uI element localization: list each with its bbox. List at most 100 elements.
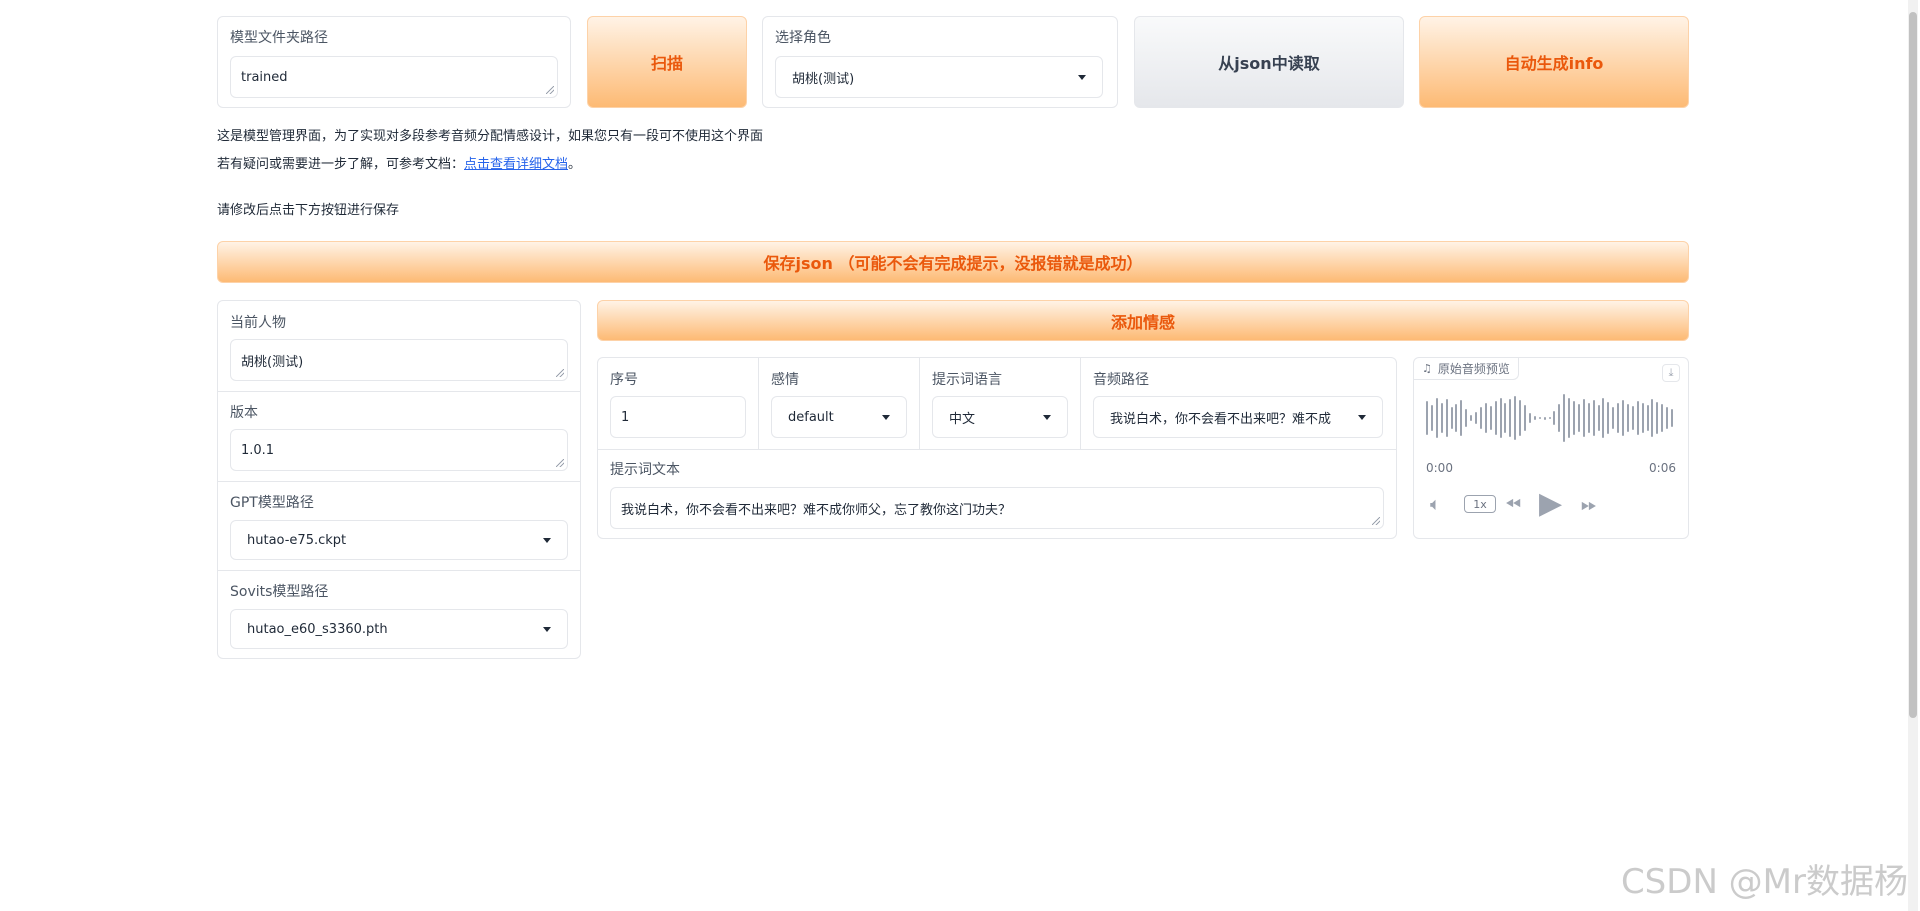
playback-speed-button[interactable]: 1x [1464,495,1496,513]
doc-link[interactable]: 点击查看详细文档 [464,157,568,172]
waveform-bar [1602,398,1605,438]
waveform-bar [1671,409,1674,427]
waveform-bar [1533,416,1536,420]
gpt-path-dropdown[interactable]: hutao-e75.ckpt [230,520,568,560]
gpt-path-value: hutao-e75.ckpt [247,532,347,548]
waveform-bar [1656,402,1659,434]
waveform-bar [1460,400,1463,436]
prompt-lang-dropdown[interactable]: 中文 [932,396,1068,438]
role-select-value: 胡桃(测试) [792,71,855,87]
model-folder-value: trained [241,69,288,85]
waveform-bar [1661,404,1664,432]
waveform-bar [1631,406,1634,430]
save-json-button[interactable]: 保存json （可能不会有完成提示，没报错就是成功） [217,241,1689,283]
role-select-dropdown[interactable]: 胡桃(测试) [775,56,1103,98]
audio-path-label: 音频路径 [1093,372,1149,388]
waveform-bar [1455,404,1458,432]
model-folder-block: 模型文件夹路径 trained [217,16,571,108]
waveform[interactable] [1426,393,1676,443]
divider [218,481,580,482]
chevron-down-icon [543,537,551,543]
waveform-bar [1617,403,1620,433]
character-panel: 当前人物 胡桃(测试) 版本 1.0.1 GPT模型路径 hutao-e75.c… [217,300,581,659]
audio-path-dropdown[interactable]: 我说白术，你不会看不出来吧？难不成 [1093,396,1383,438]
emotion-label: 感情 [771,372,799,388]
resize-handle[interactable] [546,86,554,94]
waveform-bar [1435,398,1438,438]
waveform-bar [1426,401,1428,435]
index-value: 1 [621,409,630,425]
waveform-bar [1475,412,1478,424]
audio-path-value: 我说白术，你不会看不出来吧？难不成 [1110,411,1332,427]
page-scrollbar[interactable] [1908,0,1918,911]
divider [218,391,580,392]
rewind-icon[interactable]: ⏪︎ [1505,492,1521,516]
volume-icon[interactable]: 🔈︎ [1430,494,1441,515]
waveform-bar [1440,403,1443,433]
prompt-lang-label: 提示词语言 [932,372,1002,388]
waveform-bar [1430,405,1433,431]
emotion-dropdown[interactable]: default [771,396,907,438]
waveform-bar [1607,402,1610,434]
scrollbar-thumb[interactable] [1909,12,1917,718]
download-icon[interactable]: ⤓ [1662,364,1680,382]
resize-handle[interactable] [556,369,564,377]
info-line-2: 若有疑问或需要进一步了解，可参考文档：点击查看详细文档。 [217,153,581,172]
waveform-bar [1636,401,1639,435]
resize-handle[interactable] [1372,517,1380,525]
waveform-bar [1445,399,1448,437]
current-char-label: 当前人物 [230,315,286,331]
prompt-text-input[interactable]: 我说白术，你不会看不出来吧？难不成你师父，忘了教你这门功夫？ [610,487,1384,529]
waveform-bar [1553,411,1556,425]
waveform-bar [1499,398,1502,438]
emotion-value: default [788,409,834,425]
sovits-path-dropdown[interactable]: hutao_e60_s3360.pth [230,609,568,649]
waveform-bar [1597,405,1600,431]
waveform-bar [1538,417,1541,419]
waveform-bar [1524,405,1527,431]
add-emotion-button[interactable]: 添加情感 [597,300,1689,341]
chevron-down-icon [1358,414,1366,420]
cell-divider [1080,358,1081,449]
prompt-lang-value: 中文 [949,411,976,427]
chevron-down-icon [1043,414,1051,420]
model-folder-input[interactable]: trained [230,56,558,98]
current-char-value: 胡桃(测试) [241,354,304,370]
waveform-bar [1651,399,1654,437]
index-input[interactable]: 1 [610,396,746,438]
cell-divider [758,358,759,449]
waveform-bar [1509,399,1512,437]
index-label: 序号 [610,372,638,388]
waveform-bar [1479,407,1482,429]
waveform-bar [1519,400,1522,436]
waveform-bar [1573,401,1576,435]
waveform-bar [1470,415,1473,421]
waveform-bar [1528,413,1531,423]
version-input[interactable]: 1.0.1 [230,429,568,471]
waveform-bar [1587,403,1590,433]
version-label: 版本 [230,405,258,421]
gpt-path-label: GPT模型路径 [230,495,314,511]
prompt-text-label: 提示词文本 [610,462,680,478]
waveform-bar [1504,403,1507,433]
waveform-bar [1646,405,1649,431]
role-select-block: 选择角色 胡桃(测试) [762,16,1118,108]
resize-handle[interactable] [556,459,564,467]
model-folder-label: 模型文件夹路径 [230,30,328,46]
current-char-input[interactable]: 胡桃(测试) [230,339,568,381]
waveform-bar [1450,407,1453,429]
cell-divider [919,358,920,449]
scan-button[interactable]: 扫描 [587,16,747,108]
waveform-bar [1568,398,1571,438]
read-json-button[interactable]: 从json中读取 [1134,16,1404,108]
chevron-down-icon [1078,74,1086,80]
emotion-row: 序号 1 感情 default 提示词语言 中文 音频路径 我说白术，你不会看不… [597,357,1397,539]
waveform-bar [1548,417,1551,419]
chevron-down-icon [882,414,890,420]
fast-forward-icon[interactable]: ⏩︎ [1581,492,1597,516]
auto-info-button[interactable]: 自动生成info [1419,16,1689,108]
play-icon[interactable]: ▶ [1539,486,1562,521]
waveform-bar [1592,400,1595,436]
info-line-2-suffix: 。 [568,157,582,172]
chevron-down-icon [543,626,551,632]
